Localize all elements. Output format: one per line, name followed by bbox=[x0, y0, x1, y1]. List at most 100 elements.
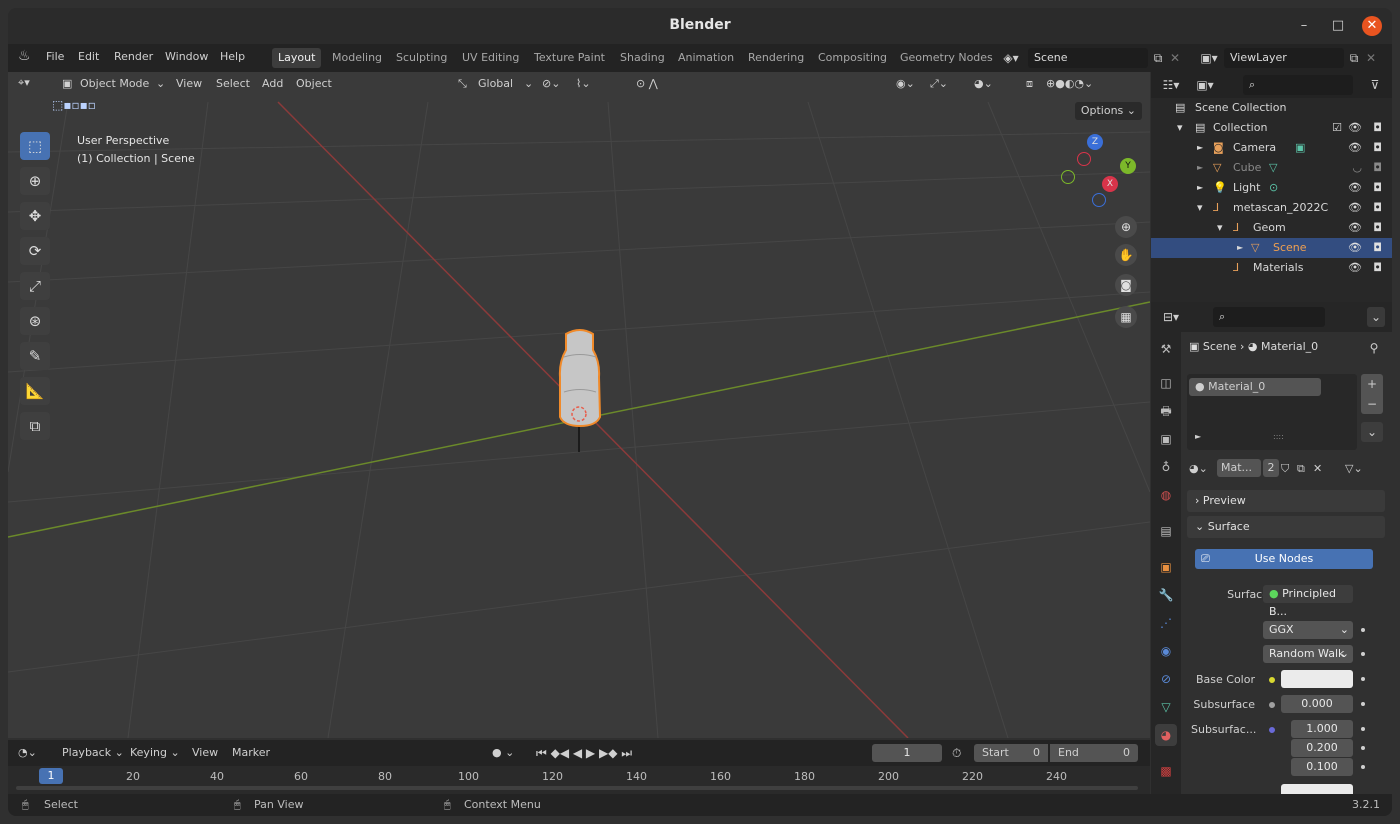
preview-panel-header[interactable]: › Preview bbox=[1187, 490, 1385, 512]
expand-arrow-icon[interactable]: ► bbox=[1197, 178, 1203, 198]
render-camera-icon[interactable]: ◘ bbox=[1373, 218, 1382, 238]
menu-keying[interactable]: Keying ⌄ bbox=[130, 746, 180, 759]
outliner-row-scene-object[interactable]: ► ▽ Scene 👁 ◘ bbox=[1151, 238, 1392, 258]
gizmo-neg-y[interactable] bbox=[1061, 170, 1075, 184]
view-layer-field[interactable]: ViewLayer bbox=[1224, 48, 1344, 68]
outliner-row-metascan[interactable]: ▾ ⅃ metascan_2022C 👁 ◘ bbox=[1151, 198, 1392, 218]
delete-view-layer-icon[interactable]: ✕ bbox=[1364, 48, 1378, 68]
orientation-chevron-icon[interactable]: ⌄ bbox=[524, 77, 533, 90]
menu-edit[interactable]: Edit bbox=[78, 50, 99, 63]
maximize-button[interactable]: □ bbox=[1328, 16, 1348, 36]
base-color-swatch[interactable] bbox=[1281, 670, 1353, 688]
radius-z-field[interactable]: 0.100 bbox=[1291, 758, 1353, 776]
eye-icon[interactable]: 👁 bbox=[1348, 178, 1362, 198]
xray-icon[interactable]: ⧈ bbox=[1026, 77, 1033, 91]
keyframe-dot[interactable] bbox=[1361, 702, 1365, 706]
playhead-frame-indicator[interactable]: 1 bbox=[39, 768, 63, 784]
eye-icon[interactable]: 👁 bbox=[1348, 218, 1362, 238]
surface-shader-field[interactable]: ● Principled B... bbox=[1263, 585, 1353, 618]
material-name-field[interactable]: Mat... bbox=[1217, 459, 1261, 477]
float-socket-dot[interactable] bbox=[1269, 702, 1275, 708]
outliner-row-scene-collection[interactable]: ▤ Scene Collection bbox=[1151, 98, 1392, 118]
expand-arrow-icon[interactable]: ▾ bbox=[1177, 118, 1183, 138]
eye-closed-icon[interactable]: ◡ bbox=[1352, 158, 1362, 178]
properties-editor-type-icon[interactable]: ⊟▾ bbox=[1157, 307, 1185, 327]
use-nodes-button[interactable]: ⎚ Use Nodes bbox=[1195, 549, 1373, 569]
timeline-scrollbar[interactable] bbox=[16, 786, 1138, 790]
eye-icon[interactable]: 👁 bbox=[1348, 138, 1362, 158]
timeline-ruler[interactable]: 1 20 40 60 80 100 120 140 160 180 200 22… bbox=[8, 766, 1150, 794]
transform-orientation-dropdown[interactable]: Global bbox=[478, 77, 513, 90]
keyframe-dot[interactable] bbox=[1361, 652, 1365, 656]
expand-arrow-icon[interactable]: ▾ bbox=[1217, 218, 1223, 238]
menu-view[interactable]: View bbox=[192, 746, 218, 759]
physics-tab-icon[interactable]: ◉ bbox=[1155, 640, 1177, 662]
tab-texture-paint[interactable]: Texture Paint bbox=[528, 48, 611, 68]
menu-playback[interactable]: Playback ⌄ bbox=[62, 746, 124, 759]
close-button[interactable]: ✕ bbox=[1362, 16, 1382, 36]
keyframe-dot[interactable] bbox=[1361, 746, 1365, 750]
filter-icon[interactable]: ⊽ bbox=[1365, 75, 1385, 95]
rotate-tool-icon[interactable]: ⟳ bbox=[20, 237, 50, 265]
radius-x-field[interactable]: 1.000 bbox=[1291, 720, 1353, 738]
render-tab-icon[interactable]: ◫ bbox=[1155, 372, 1177, 394]
properties-search-input[interactable]: ⌕ bbox=[1213, 307, 1325, 327]
properties-options-icon[interactable]: ⌄ bbox=[1367, 307, 1385, 327]
gizmo-x-axis[interactable]: X bbox=[1102, 176, 1118, 192]
material-slot-item[interactable]: ● Material_0 bbox=[1189, 378, 1321, 396]
transform-tool-icon[interactable]: ⊛ bbox=[20, 307, 50, 335]
delete-scene-icon[interactable]: ✕ bbox=[1168, 48, 1182, 68]
menu-add[interactable]: Add bbox=[262, 77, 283, 90]
scene-name-field[interactable]: Scene bbox=[1028, 48, 1148, 68]
material-tab-icon[interactable]: ◕ bbox=[1155, 724, 1177, 746]
outliner-editor-type-icon[interactable]: ☷▾ bbox=[1157, 75, 1185, 95]
keyframe-dot[interactable] bbox=[1361, 727, 1365, 731]
mode-chevron-icon[interactable]: ⌄ bbox=[156, 77, 165, 90]
blender-logo-icon[interactable]: ♨ bbox=[18, 48, 31, 64]
scene-tab-icon[interactable]: ♁ bbox=[1155, 456, 1177, 478]
ortho-toggle-icon[interactable]: ▦ bbox=[1115, 306, 1137, 328]
link-dropdown-icon[interactable]: ▽⌄ bbox=[1345, 459, 1363, 479]
render-camera-icon[interactable]: ◘ bbox=[1373, 258, 1382, 278]
tab-layout[interactable]: Layout bbox=[272, 48, 322, 68]
outliner-row-collection[interactable]: ▾ ▤ Collection ☑ 👁 ◘ bbox=[1151, 118, 1392, 138]
radius-y-field[interactable]: 0.200 bbox=[1291, 739, 1353, 757]
fake-user-shield-icon[interactable]: ⛉ bbox=[1281, 459, 1289, 479]
tab-geometry-nodes[interactable]: Geometry Nodes bbox=[894, 48, 999, 68]
tab-modeling[interactable]: Modeling bbox=[326, 48, 388, 68]
current-frame-field[interactable]: 1 bbox=[872, 744, 942, 762]
eye-icon[interactable]: 👁 bbox=[1348, 118, 1362, 138]
pivot-point-icon[interactable]: ⊘⌄ bbox=[542, 77, 560, 90]
material-browse-icon[interactable]: ◕⌄ bbox=[1189, 459, 1215, 479]
subsurface-value-field[interactable]: 0.000 bbox=[1281, 695, 1353, 713]
outliner-row-cube[interactable]: ► ▽ Cube ▽ ◡ ◘ bbox=[1151, 158, 1392, 178]
render-camera-icon[interactable]: ◘ bbox=[1373, 138, 1382, 158]
expand-arrow-icon[interactable]: ▾ bbox=[1197, 198, 1203, 218]
cursor-tool-icon[interactable]: ⊕ bbox=[20, 167, 50, 195]
stopwatch-icon[interactable]: ⏱ bbox=[952, 746, 961, 761]
outliner-row-materials[interactable]: ⅃ Materials 👁 ◘ bbox=[1151, 258, 1392, 278]
menu-file[interactable]: File bbox=[46, 50, 64, 63]
camera-view-icon[interactable]: ◙ bbox=[1115, 274, 1137, 296]
gizmo-y-axis[interactable]: Y bbox=[1120, 158, 1136, 174]
expand-arrow-icon[interactable]: ► bbox=[1197, 138, 1203, 158]
measure-tool-icon[interactable]: 📐 bbox=[20, 377, 50, 405]
gizmo-z-axis[interactable]: Z bbox=[1087, 134, 1103, 150]
list-resize-handle-icon[interactable]: :::: bbox=[1273, 432, 1284, 441]
menu-view[interactable]: View bbox=[176, 77, 202, 90]
texture-tab-icon[interactable]: ▩ bbox=[1155, 760, 1177, 782]
slot-specials-icon[interactable]: ⌄ bbox=[1361, 422, 1383, 442]
options-dropdown[interactable]: Options ⌄ bbox=[1074, 102, 1142, 120]
constraints-tab-icon[interactable]: ⊘ bbox=[1155, 668, 1177, 690]
eye-icon[interactable]: 👁 bbox=[1348, 258, 1362, 278]
duplicate-material-icon[interactable]: ⧉ bbox=[1297, 459, 1305, 479]
gizmo-neg-z[interactable] bbox=[1092, 193, 1106, 207]
proportional-edit-icon[interactable]: ⊙ ⋀ bbox=[636, 77, 658, 90]
view-layer-selector-icon[interactable]: ▣▾ bbox=[1194, 48, 1224, 68]
zoom-view-icon[interactable]: ⊕ bbox=[1115, 216, 1137, 238]
menu-select[interactable]: Select bbox=[216, 77, 250, 90]
3d-viewport[interactable]: ⌖▾ ▣ Object Mode ⌄ View Select Add Objec… bbox=[8, 72, 1150, 738]
subsurface-color-swatch[interactable] bbox=[1281, 784, 1353, 794]
outliner-row-camera[interactable]: ► ◙ Camera ▣ 👁 ◘ bbox=[1151, 138, 1392, 158]
gizmo-neg-x[interactable] bbox=[1077, 152, 1091, 166]
